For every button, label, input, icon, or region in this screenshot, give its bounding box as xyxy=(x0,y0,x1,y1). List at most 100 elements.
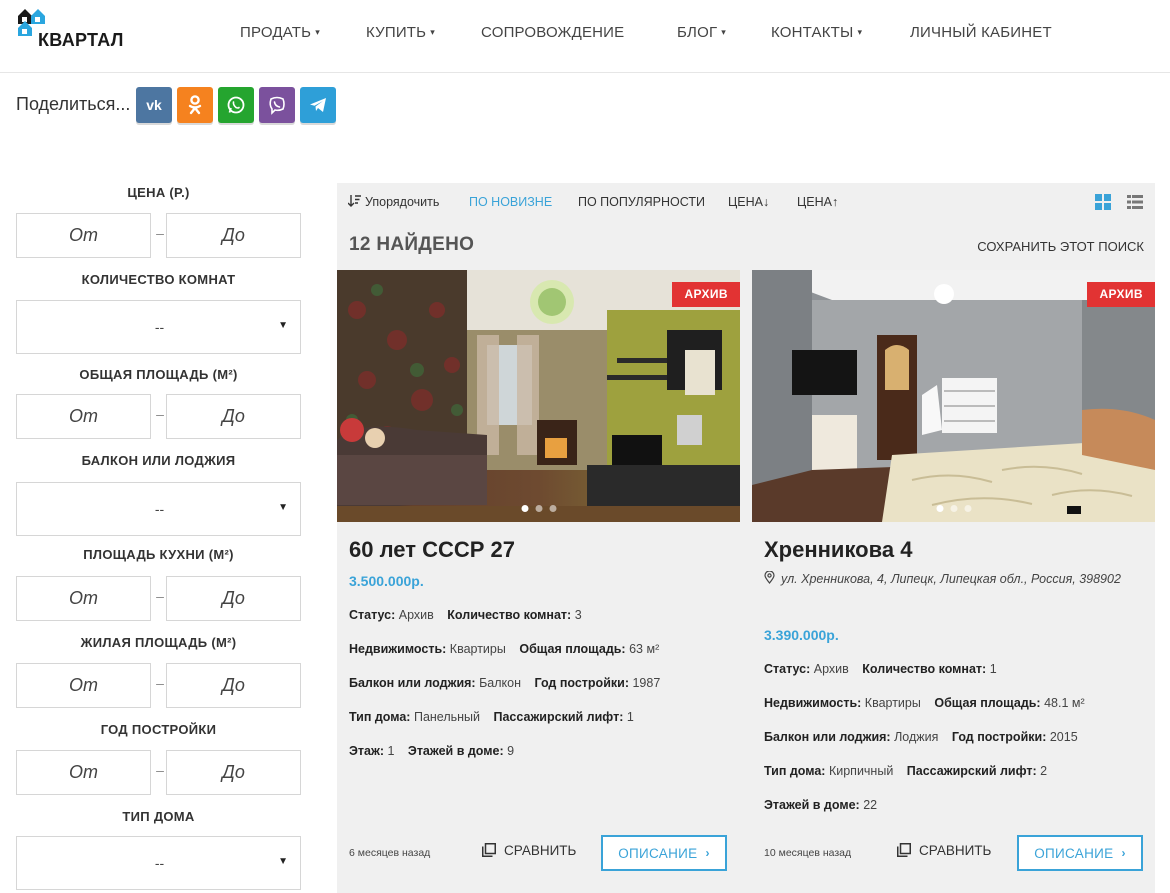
property-value: Квартиры xyxy=(449,642,506,656)
property-key: Балкон или лоджия: xyxy=(349,676,476,690)
nav-contacts[interactable]: КОНТАКТЫ ▾ xyxy=(771,24,862,41)
kitchen-area-from-input[interactable]: От xyxy=(16,576,151,621)
filter-house-type-label: ТИП ДОМА xyxy=(122,809,195,824)
sort-button[interactable]: Упорядочить xyxy=(347,195,440,209)
dropdown-arrow-icon: ▼ xyxy=(278,320,288,331)
property-value: Квартиры xyxy=(864,696,921,710)
property-value: Лоджия xyxy=(894,730,939,744)
filter-rooms-label: КОЛИЧЕСТВО КОМНАТ xyxy=(81,272,236,287)
property-value: 63 м² xyxy=(629,642,660,656)
price-to-input[interactable]: До xyxy=(166,213,301,258)
slider-dot[interactable] xyxy=(950,505,957,512)
total-area-from-input[interactable]: От xyxy=(16,394,151,439)
nav-blog[interactable]: БЛОГ ▾ xyxy=(677,24,726,41)
property-value: 1 xyxy=(626,710,634,724)
share-whatsapp-button[interactable] xyxy=(218,87,254,123)
grid-view-icon[interactable] xyxy=(1095,194,1111,210)
slider-dots xyxy=(936,505,971,512)
compare-icon xyxy=(482,843,496,857)
description-button[interactable]: ОПИСАНИЕ › xyxy=(1017,835,1143,871)
living-area-to-input[interactable]: До xyxy=(166,663,301,708)
rooms-select[interactable]: -- ▼ xyxy=(16,300,301,354)
logo[interactable]: КВАРТАЛ xyxy=(16,6,126,50)
slider-dot[interactable] xyxy=(964,505,971,512)
listing-title[interactable]: 60 лет СССР 27 xyxy=(349,537,515,563)
nav-support[interactable]: СОПРОВОЖДЕНИЕ xyxy=(481,24,624,41)
chevron-down-icon: ▾ xyxy=(857,27,863,37)
listing-photo[interactable]: АРХИВ xyxy=(337,270,740,522)
property-row: Тип дома: Панельный Пассажирский лифт: 1 xyxy=(349,710,660,744)
property-value: 1 xyxy=(989,662,997,676)
house-type-select-value: -- xyxy=(154,855,165,871)
bedroom-photo xyxy=(752,270,1155,522)
property-value: 48.1 м² xyxy=(1044,696,1085,710)
property-key: Статус: xyxy=(349,608,396,622)
property-value: 9 xyxy=(507,744,515,758)
nav-sell[interactable]: ПРОДАТЬ ▾ xyxy=(240,24,320,41)
sort-label-text: Упорядочить xyxy=(365,195,440,209)
share-vk-button[interactable]: vk xyxy=(136,87,172,123)
total-area-to-input[interactable]: До xyxy=(166,394,301,439)
sort-price-desc[interactable]: ЦЕНА↓ xyxy=(728,195,769,209)
listing-title[interactable]: Хренникова 4 xyxy=(764,537,912,563)
results-count: 12 НАЙДЕНО xyxy=(349,234,475,255)
balcony-select[interactable]: -- ▼ xyxy=(16,482,301,536)
logo-text: КВАРТАЛ xyxy=(38,30,124,50)
property-key: Пассажирский лифт: xyxy=(493,710,624,724)
telegram-icon xyxy=(310,98,326,112)
whatsapp-icon xyxy=(227,96,245,114)
sort-popular[interactable]: ПО ПОПУЛЯРНОСТИ xyxy=(578,195,705,209)
property-row: Балкон или лоджия: Лоджия Год постройки:… xyxy=(764,730,1085,764)
rooms-select-value: -- xyxy=(154,319,165,335)
filter-living-area-label: ЖИЛАЯ ПЛОЩАДЬ (М²) xyxy=(80,635,237,650)
property-key: Этажей в доме: xyxy=(764,798,860,812)
property-value: 1987 xyxy=(632,676,661,690)
listing-card: АРХИВ 60 лет СССР 27 3.500.000р. Статус:… xyxy=(337,270,740,882)
kitchen-area-to-input[interactable]: До xyxy=(166,576,301,621)
living-area-from-input[interactable]: От xyxy=(16,663,151,708)
property-value: 22 xyxy=(863,798,878,812)
save-search-link[interactable]: СОХРАНИТЬ ЭТОТ ПОИСК xyxy=(977,239,1144,254)
sort-newest[interactable]: ПО НОВИЗНЕ xyxy=(469,195,552,209)
listing-properties: Статус: Архив Количество комнат: 3 Недви… xyxy=(349,608,660,778)
property-row: Недвижимость: Квартиры Общая площадь: 63… xyxy=(349,642,660,676)
listing-photo[interactable]: АРХИВ xyxy=(752,270,1155,522)
property-row: Недвижимость: Квартиры Общая площадь: 48… xyxy=(764,696,1085,730)
sort-price-asc[interactable]: ЦЕНА↑ xyxy=(797,195,838,209)
slider-dot[interactable] xyxy=(521,505,528,512)
slider-dot[interactable] xyxy=(936,505,943,512)
nav-buy[interactable]: КУПИТЬ ▾ xyxy=(366,24,435,41)
compare-button[interactable]: СРАВНИТЬ xyxy=(897,843,991,858)
house-type-select[interactable]: -- ▼ xyxy=(16,836,301,890)
slider-dot[interactable] xyxy=(535,505,542,512)
property-value: Балкон xyxy=(479,676,521,690)
property-value: 1 xyxy=(387,744,395,758)
price-from-input[interactable]: От xyxy=(16,213,151,258)
range-dash: – xyxy=(156,675,164,691)
property-key: Год постройки: xyxy=(534,676,629,690)
nav-sell-label: ПРОДАТЬ xyxy=(240,24,312,41)
compare-button[interactable]: СРАВНИТЬ xyxy=(482,843,576,858)
property-row: Статус: Архив Количество комнат: 1 xyxy=(764,662,1085,696)
nav-account[interactable]: ЛИЧНЫЙ КАБИНЕТ xyxy=(910,24,1052,41)
list-view-icon[interactable] xyxy=(1127,194,1143,210)
slider-dot[interactable] xyxy=(549,505,556,512)
listing-time: 10 месяцев назад xyxy=(764,847,852,859)
dropdown-arrow-icon: ▼ xyxy=(278,856,288,867)
year-from-input[interactable]: От xyxy=(16,750,151,795)
listing-address-text: ул. Хренникова, 4, Липецк, Липецкая обл.… xyxy=(781,572,1121,586)
range-dash: – xyxy=(156,762,164,778)
compare-label: СРАВНИТЬ xyxy=(504,843,577,858)
listing-price: 3.500.000р. xyxy=(349,573,424,589)
property-row: Статус: Архив Количество комнат: 3 xyxy=(349,608,660,642)
share-viber-button[interactable] xyxy=(259,87,295,123)
property-row: Балкон или лоджия: Балкон Год постройки:… xyxy=(349,676,660,710)
year-to-input[interactable]: До xyxy=(166,750,301,795)
property-key: Недвижимость: xyxy=(349,642,447,656)
filter-total-area-label: ОБЩАЯ ПЛОЩАДЬ (М²) xyxy=(79,367,238,382)
share-telegram-button[interactable] xyxy=(300,87,336,123)
share-ok-button[interactable] xyxy=(177,87,213,123)
chevron-down-icon: ▾ xyxy=(430,27,435,37)
chevron-down-icon: ▾ xyxy=(721,27,726,37)
description-button[interactable]: ОПИСАНИЕ › xyxy=(601,835,727,871)
